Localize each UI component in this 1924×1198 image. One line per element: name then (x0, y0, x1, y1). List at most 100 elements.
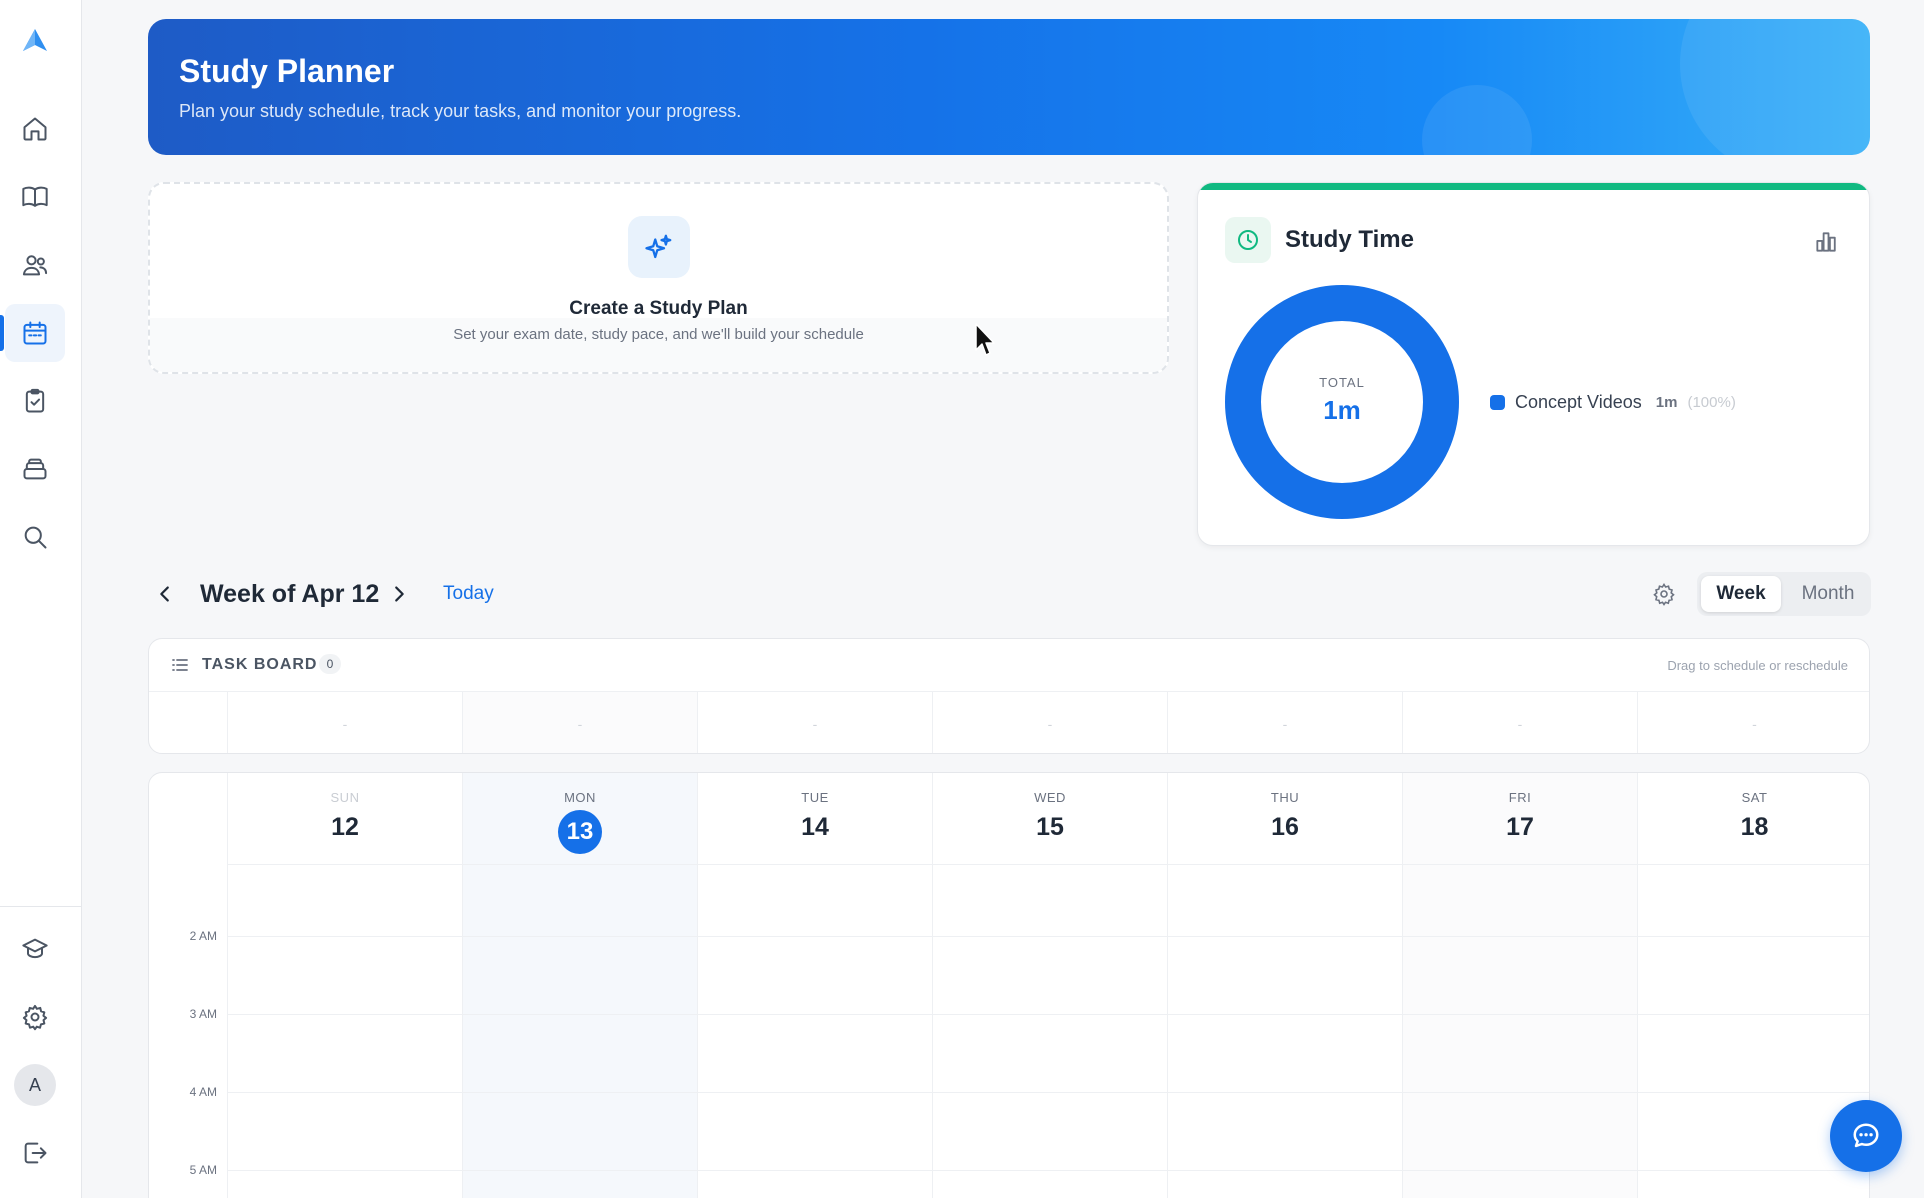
time-label: 4 AM (189, 1085, 217, 1099)
day-number: 12 (331, 813, 359, 841)
legend-percent: (100%) (1687, 394, 1736, 411)
study-time-card: Study Time TOTAL 1m Concept Videos 1m (1… (1197, 182, 1870, 546)
legend-label: Concept Videos (1515, 392, 1642, 412)
task-board-cell-thu[interactable]: - (1167, 692, 1402, 753)
sidebar-item-logout[interactable] (5, 1124, 65, 1182)
clipboard-check-icon (25, 388, 45, 413)
hour-line (227, 936, 1869, 937)
day-header: SAT 18 (1638, 773, 1869, 865)
time-label: 5 AM (189, 1163, 217, 1177)
hour-line (227, 1092, 1869, 1093)
users-icon (22, 255, 48, 276)
prev-week-button[interactable] (151, 580, 179, 608)
legend-item: Concept Videos 1m (100%) (1490, 392, 1736, 413)
avatar[interactable]: A (14, 1064, 56, 1106)
bar-chart-icon[interactable] (1813, 229, 1839, 255)
today-button[interactable]: Today (443, 583, 494, 605)
study-time-title: Study Time (1285, 226, 1414, 253)
search-icon (24, 526, 47, 549)
sidebar-divider (0, 906, 82, 907)
time-label: 2 AM (189, 929, 217, 943)
calendar-settings-button[interactable] (1652, 582, 1676, 606)
day-column-fri[interactable]: FRI 17 (1402, 773, 1637, 1198)
day-number: 14 (801, 813, 829, 841)
day-column-thu[interactable]: THU 16 (1167, 773, 1402, 1198)
archive-icon (23, 458, 47, 480)
day-number: 17 (1506, 813, 1534, 841)
day-header: THU 16 (1168, 773, 1402, 865)
day-header: FRI 17 (1403, 773, 1637, 865)
view-week-button[interactable]: Week (1701, 576, 1781, 612)
create-plan-title: Create a Study Plan (569, 298, 748, 319)
day-of-week: THU (1270, 790, 1300, 805)
day-number: 18 (1740, 813, 1769, 841)
sparkles-icon (628, 216, 690, 278)
donut-total-value: 1m (1323, 395, 1361, 425)
day-column-sun[interactable]: SUN 12 (227, 773, 462, 1198)
today-day-number: 13 (558, 810, 602, 854)
logo-triangle-icon[interactable] (20, 26, 50, 56)
chat-icon (1853, 1123, 1879, 1148)
day-header: WED 15 (933, 773, 1167, 865)
day-header: SUN 12 (228, 773, 462, 865)
view-toggle: Week Month (1697, 572, 1871, 616)
sidebar-item-storage[interactable] (5, 440, 65, 498)
sidebar-item-community[interactable] (5, 236, 65, 294)
list-icon (171, 656, 189, 674)
book-open-icon (22, 186, 48, 207)
page-subtitle: Plan your study schedule, track your tas… (179, 101, 742, 121)
hour-line (227, 1014, 1869, 1015)
sidebar-item-home[interactable] (5, 100, 65, 158)
day-column-mon[interactable]: MON 13 (462, 773, 697, 1198)
task-board-cell-wed[interactable]: - (932, 692, 1167, 753)
donut-total-label: TOTAL (1319, 375, 1365, 390)
day-of-week: TUE (801, 790, 829, 805)
graduation-cap-icon (22, 938, 48, 959)
task-board-cell-fri[interactable]: - (1402, 692, 1637, 753)
create-plan-subtitle: Set your exam date, study pace, and we'l… (453, 326, 864, 343)
banner-decoration (1680, 19, 1870, 155)
sidebar-item-library[interactable] (5, 168, 65, 226)
task-board-cell-sat[interactable]: - (1637, 692, 1869, 753)
task-board-cell-sun[interactable]: - (227, 692, 462, 753)
chevron-right-icon (395, 586, 404, 602)
sidebar-item-tasks[interactable] (5, 372, 65, 430)
view-month-button[interactable]: Month (1789, 576, 1867, 612)
banner-decoration (1422, 85, 1532, 155)
sidebar-item-courses[interactable] (5, 920, 65, 978)
calendar-icon (23, 321, 47, 345)
task-board-hint: Drag to schedule or reschedule (1667, 658, 1848, 673)
logout-icon (24, 1142, 47, 1164)
time-label: 3 AM (189, 1007, 217, 1021)
task-board: TASK BOARD 0 Drag to schedule or resched… (148, 638, 1870, 754)
chat-button[interactable] (1830, 1100, 1902, 1172)
day-column-tue[interactable]: TUE 14 (697, 773, 932, 1198)
day-header: TUE 14 (698, 773, 932, 865)
day-of-week: SAT (1741, 790, 1768, 805)
day-of-week: WED (1034, 790, 1066, 805)
clock-icon (1225, 217, 1271, 263)
chevron-left-icon (160, 586, 169, 602)
gear-icon (22, 1004, 48, 1031)
task-board-cell-mon[interactable]: - (462, 692, 697, 753)
home-icon (23, 117, 47, 141)
sidebar-item-settings[interactable] (5, 988, 65, 1046)
sidebar: A (0, 0, 82, 1198)
create-study-plan-card[interactable]: Create a Study Plan Set your exam date, … (148, 182, 1169, 374)
day-of-week: MON (564, 790, 596, 805)
day-of-week: SUN (330, 790, 360, 805)
legend-swatch (1490, 395, 1505, 410)
mouse-cursor (975, 323, 995, 356)
gear-icon (1653, 583, 1675, 606)
day-column-wed[interactable]: WED 15 (932, 773, 1167, 1198)
page-title: Study Planner (179, 53, 395, 89)
task-board-cell-tue[interactable]: - (697, 692, 932, 753)
day-number: 16 (1271, 813, 1299, 841)
task-board-row: - - - - - - - (149, 691, 1869, 753)
next-week-button[interactable] (385, 580, 413, 608)
sidebar-item-planner[interactable] (5, 304, 65, 362)
day-number: 15 (1036, 813, 1064, 841)
week-calendar: SUN 12 MON 13 TUE 14 WED 15 THU 16 FRI 1… (148, 772, 1870, 1198)
sidebar-item-search[interactable] (5, 508, 65, 566)
page-header-banner: Study Planner Plan your study schedule, … (148, 19, 1870, 155)
